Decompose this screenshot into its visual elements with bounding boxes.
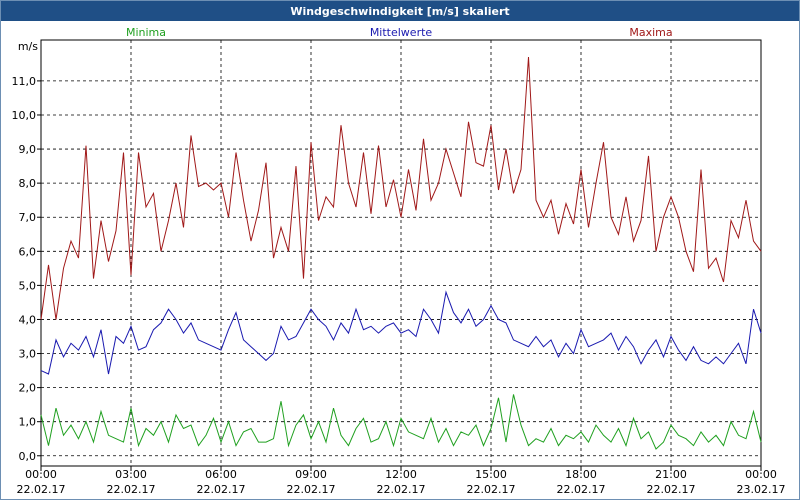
y-tick-label: 6,0 — [19, 245, 37, 258]
y-tick-label: 3,0 — [19, 348, 37, 361]
legend: Minima Mittelwerte Maxima — [126, 26, 673, 39]
x-tick-date: 22.02.17 — [647, 483, 696, 496]
y-axis-label: m/s — [18, 40, 38, 53]
x-tick-date: 22.02.17 — [557, 483, 606, 496]
y-tick-label: 1,0 — [19, 416, 37, 429]
y-tick-label: 5,0 — [19, 279, 37, 292]
y-tick-label: 2,0 — [19, 382, 37, 395]
y-tick-label: 11,0 — [12, 75, 37, 88]
x-tick-date: 22.02.17 — [467, 483, 516, 496]
y-tick-label: 9,0 — [19, 143, 37, 156]
chart-title: Windgeschwindigkeit [m/s] skaliert — [1, 1, 799, 21]
y-tick-label: 0,0 — [19, 450, 37, 463]
x-tick-date: 22.02.17 — [377, 483, 426, 496]
x-tick-time: 03:00 — [115, 468, 147, 481]
x-tick-time: 09:00 — [295, 468, 327, 481]
x-tick-date: 22.02.17 — [17, 483, 66, 496]
y-tick-label: 4,0 — [19, 313, 37, 326]
x-tick-date: 22.02.17 — [107, 483, 156, 496]
grid — [40, 40, 762, 466]
x-tick-time: 15:00 — [475, 468, 507, 481]
x-tick-time: 18:00 — [565, 468, 597, 481]
legend-label-maxima: Maxima — [629, 26, 672, 39]
chart-window: Windgeschwindigkeit [m/s] skaliert 0,0 1,… — [0, 0, 800, 500]
x-tick-time: 12:00 — [385, 468, 417, 481]
x-tick-time: 00:00 — [745, 468, 777, 481]
legend-label-mittelwerte: Mittelwerte — [370, 26, 433, 39]
x-tick-date: 22.02.17 — [287, 483, 336, 496]
y-tick-label: 7,0 — [19, 211, 37, 224]
legend-label-minima: Minima — [126, 26, 166, 39]
x-tick-time: 06:00 — [205, 468, 237, 481]
x-tick-date: 22.02.17 — [197, 483, 246, 496]
x-tick-time: 21:00 — [655, 468, 687, 481]
wind-speed-chart: 0,0 1,0 2,0 3,0 4,0 5,0 6,0 7,0 8,0 9,0 10,0 11,0 00… — [12, 26, 786, 496]
y-tick-label: 10,0 — [12, 109, 37, 122]
y-tick-label: 8,0 — [19, 177, 37, 190]
x-tick-time: 00:00 — [25, 468, 57, 481]
x-tick-date: 23.02.17 — [737, 483, 786, 496]
